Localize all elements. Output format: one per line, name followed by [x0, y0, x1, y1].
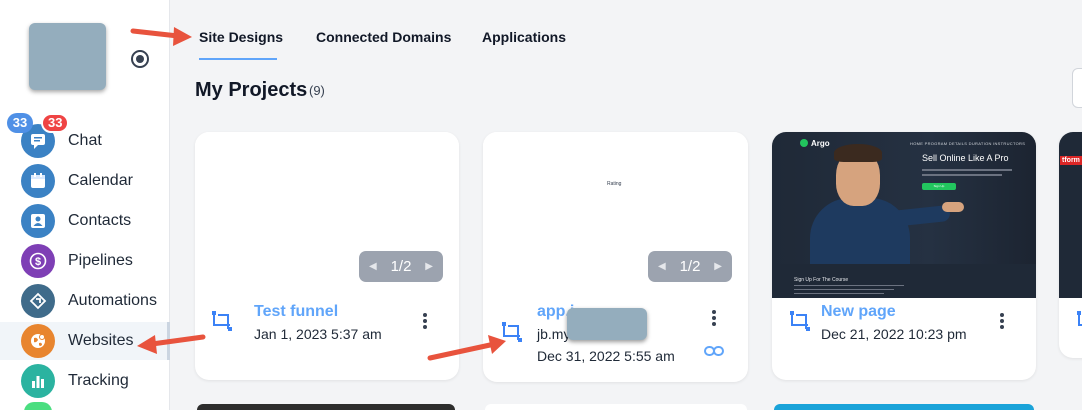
globe-icon — [21, 324, 55, 358]
active-tab-indicator — [199, 58, 277, 60]
card-thumbnail[interactable]: tform — [1059, 132, 1082, 298]
thumbnail-text-line — [922, 169, 1012, 171]
tab-site-designs[interactable]: Site Designs — [199, 29, 283, 45]
card-title[interactable]: Test funnel — [254, 303, 338, 321]
project-card-partial — [774, 404, 1034, 410]
card-domain: jb.my — [537, 326, 571, 342]
funnel-crop-icon — [790, 311, 810, 331]
chevron-left-icon[interactable]: ◀ — [369, 261, 377, 272]
project-card[interactable]: tform — [1059, 132, 1082, 358]
card-date: Dec 31, 2022 5:55 am — [537, 348, 675, 364]
sidebar-item-websites[interactable]: Websites — [0, 322, 170, 360]
person-hair — [834, 144, 882, 162]
chevron-left-icon[interactable]: ◀ — [658, 261, 666, 272]
card-title[interactable]: New page — [821, 303, 896, 321]
next-nav-icon — [24, 402, 52, 410]
project-card-partial — [197, 404, 455, 410]
project-card[interactable]: Argo HOME PROGRAM DETAILS DURATION INSTR… — [772, 132, 1036, 380]
funnel-crop-icon — [502, 322, 522, 342]
chevron-right-icon[interactable]: ▶ — [425, 261, 433, 272]
thumbnail-section-title: Sign Up For The Course — [794, 277, 849, 283]
sidebar-item-pipelines[interactable]: $ Pipelines — [0, 242, 170, 280]
thumbnail-text-line — [794, 289, 894, 290]
page-title: My Projects — [195, 79, 308, 101]
calendar-icon — [21, 164, 55, 198]
sidebar-item-label: Pipelines — [68, 252, 133, 269]
tab-bar — [170, 0, 1082, 62]
sidebar-item-calendar[interactable]: Calendar — [0, 162, 170, 200]
thumbnail-cta-button: Sign Up — [922, 183, 956, 190]
more-options-icon[interactable] — [1000, 313, 1004, 329]
chevron-right-icon[interactable]: ▶ — [714, 261, 722, 272]
avatar[interactable] — [29, 23, 106, 90]
sidebar-item-label: Contacts — [68, 212, 132, 229]
pager-label: 1/2 — [390, 258, 412, 275]
thumbnail-text-line — [794, 293, 884, 294]
thumbnail-headline: Sell Online Like A Pro — [922, 153, 1009, 163]
sidebar: Chat 33 33 Calendar Contacts $ Pipelines… — [0, 0, 170, 410]
redacted-box — [567, 308, 647, 340]
thumbnail-text-line — [794, 285, 904, 286]
thumbnail-text: Rating — [607, 181, 622, 187]
thumbnail-label: tform — [1060, 156, 1082, 165]
sidebar-item-automations[interactable]: Automations — [0, 282, 170, 320]
sidebar-item-label: Websites — [68, 332, 134, 349]
page-pager[interactable]: ◀ 1/2 ▶ — [648, 251, 732, 282]
thumbnail-text-line — [922, 174, 1002, 176]
unread-badge: 33 — [41, 113, 70, 133]
project-card[interactable]: Rating ◀ 1/2 ▶ app.j... jb.my Dec 31, 20… — [483, 132, 748, 382]
funnel-crop-icon — [1077, 311, 1082, 326]
page-pager[interactable]: ◀ 1/2 ▶ — [359, 251, 443, 282]
pager-label: 1/2 — [679, 258, 701, 275]
more-options-icon[interactable] — [423, 313, 427, 329]
dollar-icon: $ — [21, 244, 55, 278]
tab-connected-domains[interactable]: Connected Domains — [316, 29, 451, 45]
card-thumbnail[interactable]: Argo HOME PROGRAM DETAILS DURATION INSTR… — [772, 132, 1036, 298]
contacts-icon — [21, 204, 55, 238]
link-icon[interactable] — [704, 344, 724, 358]
sidebar-item-label: Tracking — [68, 372, 129, 389]
filter-button[interactable] — [1072, 68, 1082, 108]
sidebar-item-contacts[interactable]: Contacts — [0, 202, 170, 240]
sidebar-item-label: Chat — [68, 132, 102, 149]
project-card[interactable]: ◀ 1/2 ▶ Test funnel Jan 1, 2023 5:37 am — [195, 132, 459, 380]
projects-count: (9) — [309, 83, 325, 98]
tab-applications[interactable]: Applications — [482, 29, 566, 45]
funnel-crop-icon — [212, 311, 232, 331]
sidebar-item-tracking[interactable]: Tracking — [0, 362, 170, 400]
notification-badge: 33 — [7, 113, 33, 133]
radio-button-icon[interactable] — [131, 50, 149, 68]
card-date: Dec 21, 2022 10:23 pm — [821, 326, 967, 342]
argo-logo: Argo — [800, 139, 830, 148]
project-card-partial — [485, 404, 747, 410]
svg-text:$: $ — [35, 256, 41, 268]
thumbnail-nav: HOME PROGRAM DETAILS DURATION INSTRUCTOR… — [910, 141, 1026, 146]
sidebar-item-label: Automations — [68, 292, 157, 309]
sidebar-item-label: Calendar — [68, 172, 133, 189]
more-options-icon[interactable] — [712, 310, 716, 326]
card-date: Jan 1, 2023 5:37 am — [254, 326, 382, 342]
chart-icon — [21, 364, 55, 398]
automation-icon — [21, 284, 55, 318]
person-hand — [942, 202, 964, 212]
